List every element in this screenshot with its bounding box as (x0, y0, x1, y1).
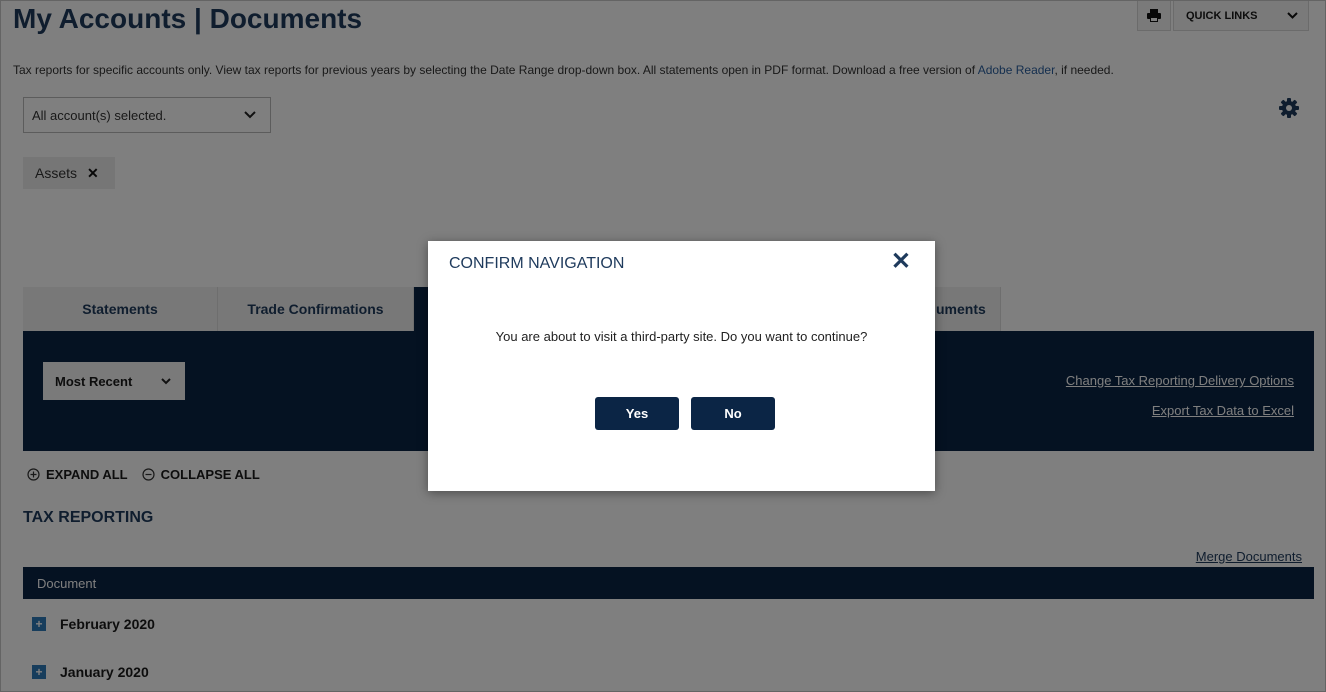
confirm-navigation-dialog: CONFIRM NAVIGATION ✕ You are about to vi… (428, 241, 935, 491)
no-button[interactable]: No (691, 397, 775, 430)
dialog-title: CONFIRM NAVIGATION (449, 255, 625, 272)
dialog-message: You are about to visit a third-party sit… (495, 329, 868, 344)
close-icon[interactable]: ✕ (891, 247, 911, 276)
yes-button[interactable]: Yes (595, 397, 679, 430)
